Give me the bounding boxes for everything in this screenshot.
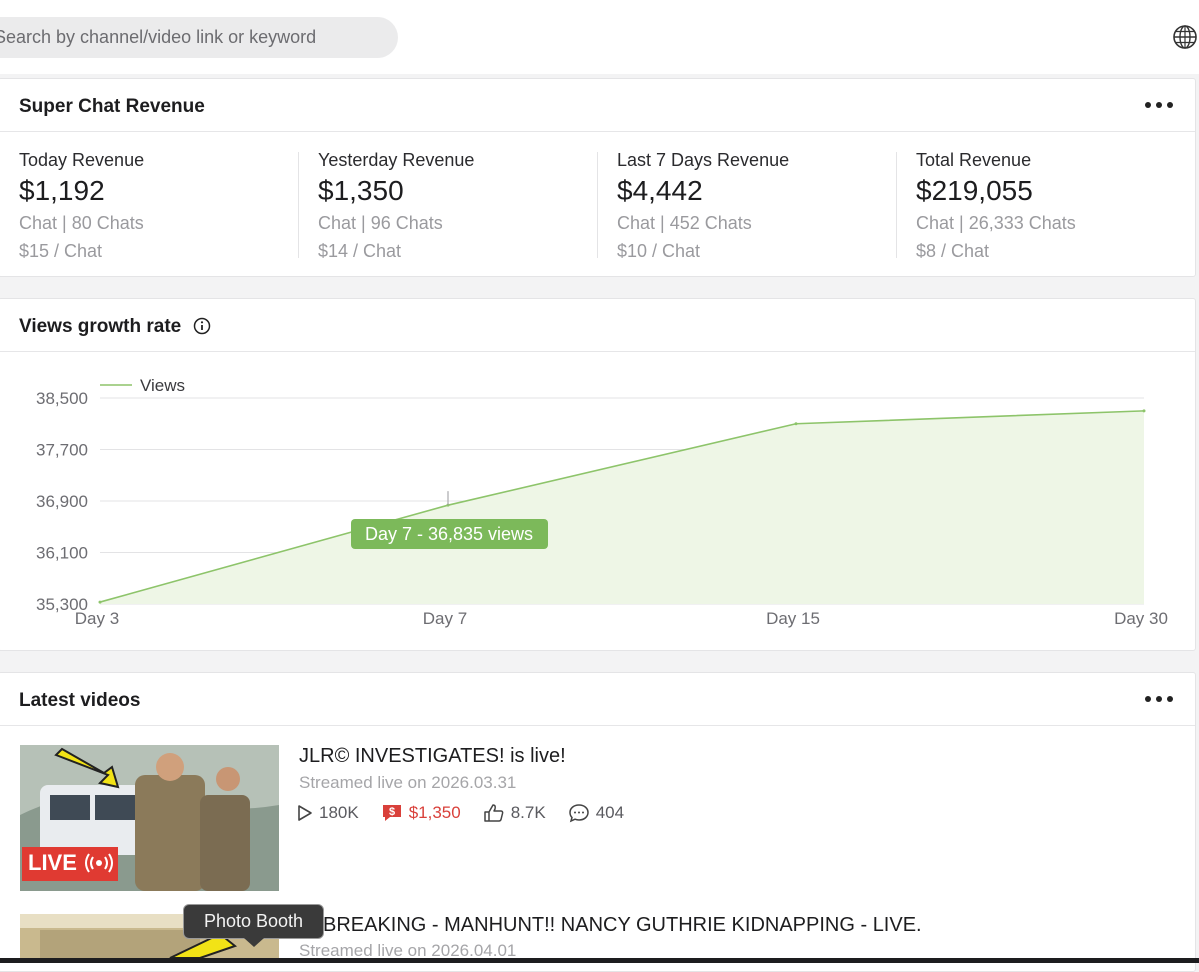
more-dot [1145, 102, 1151, 108]
likes-metric: 8.7K [483, 803, 546, 823]
views-metric: 180K [297, 803, 359, 823]
stat-divider [896, 152, 897, 258]
revenue-amount: $1,350 [408, 803, 461, 822]
growth-card: Views growth rate 38,500 37,700 36,900 36,1… [0, 298, 1196, 651]
growth-card-header: Views growth rate [0, 299, 1195, 352]
search-box[interactable] [0, 17, 398, 58]
views-point [794, 422, 798, 426]
stat-value: $219,055 [916, 175, 1033, 206]
more-dot [1167, 102, 1173, 108]
revenue-metric: $ $1,350 [381, 803, 461, 823]
more-dot [1156, 696, 1162, 702]
top-bar [0, 0, 1199, 74]
svg-text:$: $ [389, 806, 395, 818]
views-point [98, 600, 102, 604]
latest-more-button[interactable] [1143, 689, 1175, 709]
growth-title: Views growth rate [19, 316, 211, 338]
views-count: 180K [319, 803, 359, 822]
more-dot [1167, 696, 1173, 702]
stat-value: $1,192 [19, 175, 105, 206]
more-dot [1145, 696, 1151, 702]
stat-last-7-days: Last 7 Days Revenue $4,442 Chat | 452 Ch… [617, 150, 897, 262]
video-title[interactable]: JLR© INVESTIGATES! is live! [299, 745, 566, 768]
y-tick-label: 37,700 [36, 441, 88, 460]
video-date: Streamed live on 2026.03.31 [299, 773, 517, 792]
play-icon [298, 805, 312, 821]
globe-icon[interactable] [1172, 24, 1198, 50]
stat-divider [597, 152, 598, 258]
bottom-edge [0, 958, 1199, 963]
views-area [100, 410, 1144, 604]
video-title[interactable]: BREAKING - MANHUNT!! NANCY GUTHRIE KIDNA… [323, 914, 922, 937]
revenue-card: Super Chat Revenue Today Revenue $1,192 … [0, 78, 1196, 277]
stat-label: Total Revenue [916, 150, 1032, 170]
x-tick-label: Day 3 [75, 609, 119, 628]
info-icon[interactable] [193, 317, 211, 335]
x-tick-label: Day 15 [766, 609, 820, 628]
revenue-more-button[interactable] [1143, 95, 1175, 115]
stat-yesterday: Yesterday Revenue $1,350 Chat | 96 Chats… [318, 150, 598, 262]
likes-count: 8.7K [510, 803, 546, 822]
stat-per-chat: $8 / Chat [916, 241, 990, 261]
latest-videos-title: Latest videos [19, 690, 141, 711]
stat-label: Last 7 Days Revenue [617, 150, 790, 170]
legend-label: Views [140, 376, 185, 395]
stat-label: Today Revenue [19, 150, 145, 170]
comments-count: 404 [595, 803, 625, 822]
y-tick-label: 36,100 [36, 544, 88, 563]
x-tick-label: Day 7 [423, 609, 467, 628]
thumbs-up-icon [483, 804, 504, 822]
search-input[interactable] [0, 17, 398, 58]
growth-title-text: Views growth rate [19, 316, 182, 337]
live-badge: LIVE [28, 850, 77, 875]
revenue-stats: Today Revenue $1,192 Chat | 80 Chats $15… [0, 132, 1195, 277]
stat-per-chat: $15 / Chat [19, 241, 103, 261]
revenue-card-header: Super Chat Revenue [0, 79, 1195, 132]
superchat-icon: $ [382, 805, 401, 821]
stat-chats: Chat | 452 Chats [617, 213, 752, 233]
latest-videos-header: Latest videos [0, 673, 1195, 726]
comment-icon [568, 804, 589, 823]
stat-label: Yesterday Revenue [318, 150, 475, 170]
stat-per-chat: $14 / Chat [318, 241, 402, 261]
app-tooltip: Photo Booth [183, 904, 324, 939]
video-thumbnail[interactable]: LIVE [20, 745, 279, 891]
broadcast-icon [85, 853, 113, 873]
stat-today: Today Revenue $1,192 Chat | 80 Chats $15… [19, 150, 299, 262]
stat-chats: Chat | 26,333 Chats [916, 213, 1076, 233]
stat-total: Total Revenue $219,055 Chat | 26,333 Cha… [916, 150, 1196, 262]
stat-divider [298, 152, 299, 258]
y-tick-label: 38,500 [36, 389, 88, 408]
y-tick-label: 36,900 [36, 492, 88, 511]
comments-metric: 404 [568, 803, 624, 823]
x-tick-label: Day 30 [1114, 609, 1168, 628]
views-chart: 38,50037,70036,90036,10035,300Day 3 Day 7… [36, 376, 1168, 628]
chart-area: 38,500 37,700 36,900 36,100 35,300 Day 3 Day 7… [0, 352, 1195, 650]
stat-chats: Chat | 80 Chats [19, 213, 144, 233]
views-point [1142, 409, 1146, 413]
chart-tooltip-text: Day 7 - 36,835 views [365, 524, 533, 544]
stat-chats: Chat | 96 Chats [318, 213, 443, 233]
stat-per-chat: $10 / Chat [617, 241, 701, 261]
revenue-title: Super Chat Revenue [19, 96, 205, 117]
stat-value: $1,350 [318, 175, 404, 206]
video-metrics: 180K $ $1,350 8.7K 404 [297, 801, 646, 825]
more-dot [1156, 102, 1162, 108]
tooltip-pointer [244, 938, 264, 947]
stat-value: $4,442 [617, 175, 703, 206]
